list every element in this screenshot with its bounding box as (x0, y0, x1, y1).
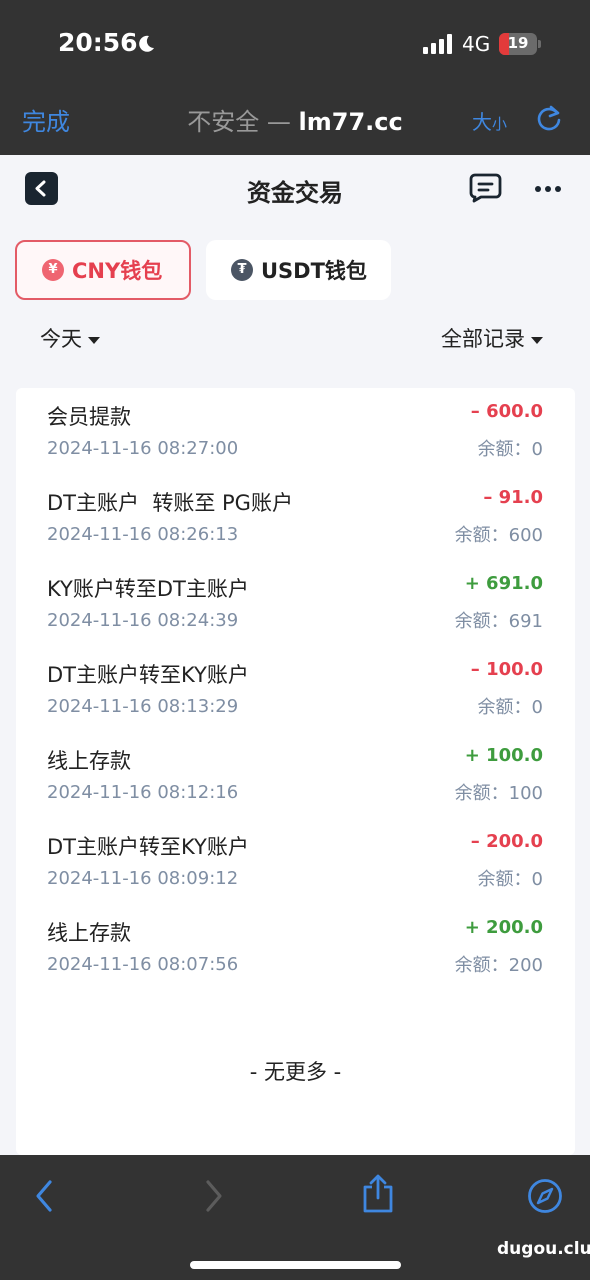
transaction-amount: + 200.0 (464, 917, 543, 938)
record-filter-label: 全部记录 (441, 327, 525, 351)
list-item[interactable]: 会员提款 2024-11-16 08:27:00 – 600.0 余额：0 (16, 388, 575, 474)
transaction-amount: – 100.0 (470, 659, 543, 680)
reload-icon[interactable] (535, 104, 563, 132)
transaction-balance: 余额：100 (454, 783, 543, 804)
text-size-small: 小 (492, 115, 508, 133)
moon-icon (139, 35, 154, 52)
transaction-balance: 余额：0 (477, 869, 543, 890)
transaction-amount: – 91.0 (483, 487, 543, 508)
transaction-title: 会员提款 (47, 405, 131, 429)
date-filter-dropdown[interactable]: 今天 (40, 323, 100, 353)
caret-down-icon (88, 336, 100, 344)
transaction-amount: – 200.0 (470, 831, 543, 852)
transaction-balance: 余额：691 (454, 611, 543, 632)
insecure-label: 不安全 — (187, 108, 299, 136)
url-host: lm77.cc (298, 108, 403, 136)
compass-icon[interactable] (527, 1178, 563, 1214)
transaction-time: 2024-11-16 08:13:29 (47, 696, 239, 717)
transaction-time: 2024-11-16 08:07:56 (47, 954, 239, 975)
transaction-time: 2024-11-16 08:27:00 (47, 438, 239, 459)
transaction-amount: – 600.0 (470, 401, 543, 422)
list-item[interactable]: KY账户转至DT主账户 2024-11-16 08:24:39 + 691.0 … (16, 560, 575, 646)
text-size-button[interactable]: 大小 (472, 106, 507, 135)
home-indicator[interactable] (190, 1261, 401, 1269)
list-end-text: - 无更多 - (249, 1060, 342, 1084)
transaction-time: 2024-11-16 08:26:13 (47, 524, 239, 545)
browser-toolbar: dugou.club (0, 1155, 590, 1280)
app-content: 资金交易 ¥ CNY钱包 ₮ USDT钱包 今天 全部记录 会员提款 2024-… (0, 155, 590, 1155)
browser-top-bar: 20:56 4G 19 完成 不安全 — lm77.cc 大小 (0, 0, 590, 155)
share-icon[interactable] (360, 1173, 396, 1215)
tab-label: CNY钱包 (72, 259, 163, 283)
battery-level: 19 (507, 34, 529, 52)
tab-cny-wallet[interactable]: ¥ CNY钱包 (15, 240, 191, 300)
network-type: 4G (462, 32, 491, 56)
transaction-balance: 余额：600 (454, 525, 543, 546)
transaction-time: 2024-11-16 08:24:39 (47, 610, 239, 631)
list-item[interactable]: DT主账户转至KY账户 2024-11-16 08:09:12 – 200.0 … (16, 818, 575, 904)
forward-arrow-icon[interactable] (200, 1177, 228, 1215)
text-size-big: 大 (472, 110, 492, 134)
cellular-signal-icon (423, 34, 452, 54)
back-arrow-icon[interactable] (30, 1177, 58, 1215)
transaction-amount: + 100.0 (464, 745, 543, 766)
date-filter-label: 今天 (40, 327, 82, 351)
transaction-amount: + 691.0 (464, 573, 543, 594)
transaction-time: 2024-11-16 08:12:16 (47, 782, 239, 803)
yuan-coin-icon: ¥ (42, 259, 64, 281)
transaction-list: 会员提款 2024-11-16 08:27:00 – 600.0 余额：0 DT… (16, 388, 575, 1155)
transaction-title: KY账户转至DT主账户 (47, 577, 249, 601)
battery-icon: 19 (499, 33, 541, 55)
transaction-balance: 余额：200 (454, 955, 543, 976)
status-time: 20:56 (58, 28, 138, 57)
transaction-title: DT主账户转至KY账户 (47, 835, 249, 859)
transaction-balance: 余额：0 (477, 697, 543, 718)
tab-usdt-wallet[interactable]: ₮ USDT钱包 (206, 240, 391, 300)
more-icon[interactable] (534, 185, 562, 193)
transaction-title: 线上存款 (47, 921, 131, 945)
caret-down-icon (531, 336, 543, 344)
transaction-balance: 余额：0 (477, 439, 543, 460)
transaction-title: DT主账户 转账至 PG账户 (47, 491, 293, 515)
list-item[interactable]: 线上存款 2024-11-16 08:07:56 + 200.0 余额：200 (16, 904, 575, 990)
record-filter-dropdown[interactable]: 全部记录 (441, 323, 543, 353)
list-item[interactable]: DT主账户 转账至 PG账户 2024-11-16 08:26:13 – 91.… (16, 474, 575, 560)
list-item[interactable]: 线上存款 2024-11-16 08:12:16 + 100.0 余额：100 (16, 732, 575, 818)
watermark-text: dugou.club (497, 1239, 590, 1259)
tab-label: USDT钱包 (261, 259, 367, 283)
list-item[interactable]: DT主账户转至KY账户 2024-11-16 08:13:29 – 100.0 … (16, 646, 575, 732)
chat-icon[interactable] (469, 173, 502, 203)
transaction-title: DT主账户转至KY账户 (47, 663, 249, 687)
tether-coin-icon: ₮ (231, 259, 253, 281)
transaction-title: 线上存款 (47, 749, 131, 773)
transaction-time: 2024-11-16 08:09:12 (47, 868, 239, 889)
